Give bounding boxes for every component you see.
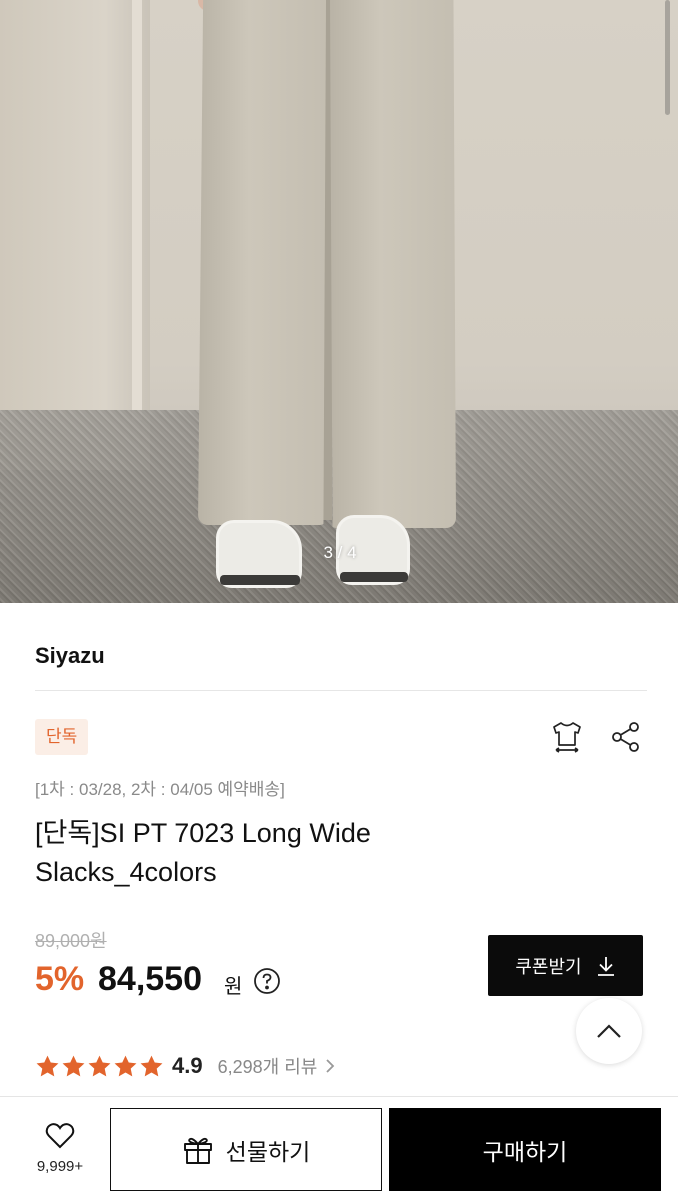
- image-sole-right: [340, 572, 408, 582]
- review-count[interactable]: 6,298개 리뷰: [218, 1053, 318, 1079]
- gift-button[interactable]: 선물하기: [110, 1108, 382, 1191]
- original-price: 89,000원: [35, 931, 107, 951]
- tshirt-size-icon: [553, 722, 581, 753]
- star-icon: [140, 1055, 163, 1076]
- product-title-line2: Slacks_4colors: [35, 857, 217, 887]
- gift-button-label: 선물하기: [225, 1138, 311, 1165]
- divider: [35, 690, 647, 691]
- exclusive-badge: 단독: [35, 719, 89, 755]
- rating-score: 4.9: [172, 1053, 203, 1078]
- scrollbar[interactable]: [665, 0, 670, 115]
- buy-button-label: 구매하기: [482, 1138, 568, 1165]
- product-title-line1: [단독]SI PT 7023 Long Wide: [35, 818, 371, 848]
- buy-button[interactable]: 구매하기: [389, 1108, 661, 1191]
- shipping-notice: [1차 : 03/28, 2차 : 04/05 예약배송]: [35, 780, 285, 799]
- rating-stars: [35, 1054, 164, 1079]
- image-sole-left: [220, 575, 300, 585]
- star-icon: [114, 1055, 137, 1076]
- star-icon: [62, 1055, 85, 1076]
- currency-unit: 원: [224, 976, 243, 998]
- like-count: 9,999+: [36, 1158, 84, 1175]
- image-wall-edge: [132, 0, 142, 420]
- image-pant-leg-right: [330, 0, 456, 528]
- image-pager: 3 / 4: [323, 543, 357, 562]
- share-icon: [612, 722, 639, 752]
- product-title: [단독]SI PT 7023 Long Wide Slacks_4colors: [35, 814, 515, 892]
- brand-name[interactable]: Siyazu: [35, 643, 105, 669]
- current-price: 84,550: [98, 960, 202, 998]
- discount-rate: 5%: [35, 960, 85, 998]
- heart-icon: [45, 1123, 75, 1149]
- image-wall: [0, 0, 150, 470]
- like-button[interactable]: 9,999+: [22, 1122, 98, 1175]
- gift-icon: [183, 1137, 212, 1164]
- star-icon: [88, 1055, 111, 1076]
- size-guide-button[interactable]: [549, 719, 585, 755]
- chevron-right-icon: [325, 1058, 335, 1074]
- question-icon[interactable]: [253, 967, 281, 995]
- scroll-top-button[interactable]: [576, 998, 642, 1064]
- share-button[interactable]: [608, 719, 644, 755]
- coupon-button-label: 쿠폰받기: [515, 956, 582, 977]
- coupon-download-button[interactable]: 쿠폰받기: [488, 935, 643, 996]
- product-image[interactable]: [0, 0, 678, 603]
- star-icon: [36, 1055, 59, 1076]
- download-icon: [597, 956, 614, 976]
- rating-row[interactable]: 4.9 6,298개 리뷰: [35, 1052, 335, 1080]
- image-pant-leg-left: [198, 0, 326, 525]
- chevron-up-icon: [597, 1024, 621, 1038]
